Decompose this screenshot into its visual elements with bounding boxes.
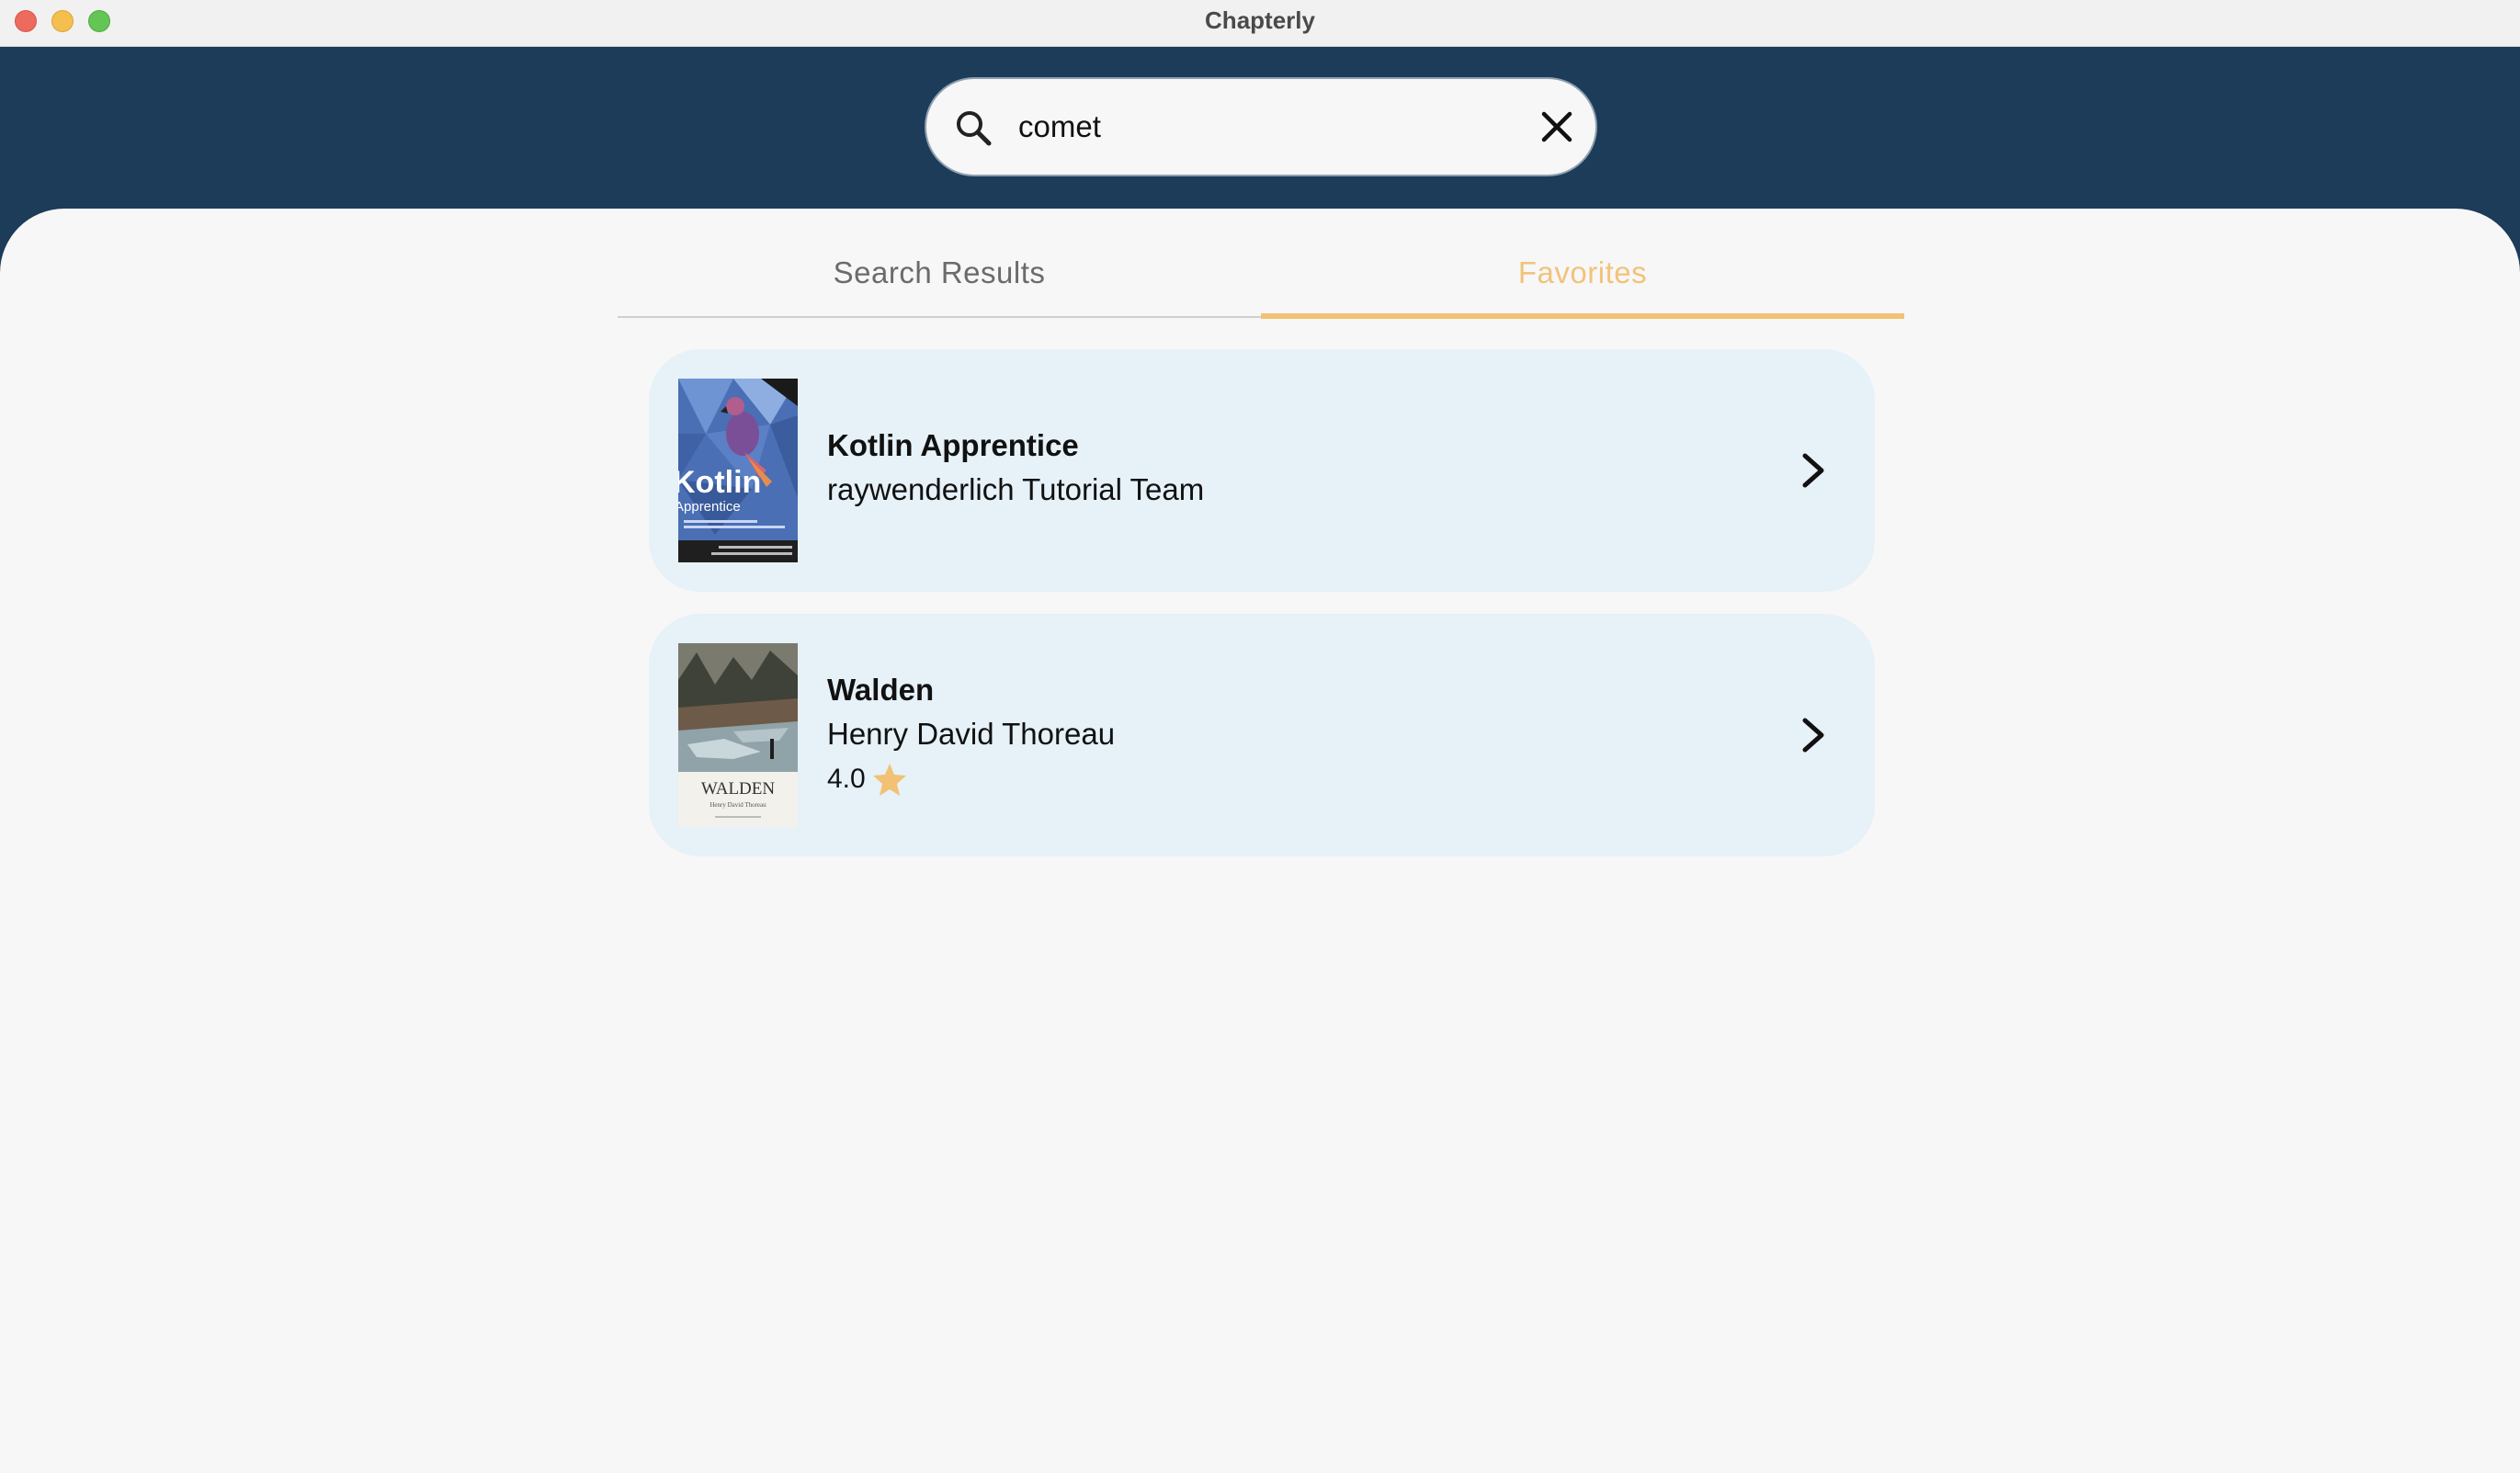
chevron-right-icon[interactable]: [1794, 715, 1833, 755]
svg-text:Kotlin: Kotlin: [678, 465, 761, 500]
search-bar[interactable]: [925, 77, 1597, 176]
svg-text:WALDEN: WALDEN: [701, 779, 775, 799]
close-icon[interactable]: [1537, 107, 1577, 147]
favorite-book-card[interactable]: WALDEN Henry David Thoreau Walden Henry …: [649, 614, 1875, 856]
book-cover-image: WALDEN Henry David Thoreau: [678, 643, 798, 827]
book-title: Walden: [827, 673, 935, 707]
tab-favorites[interactable]: Favorites: [1261, 253, 1904, 299]
favorite-book-card[interactable]: Kotlin Apprentice Kotlin Apprentice rayw…: [649, 349, 1875, 592]
svg-text:Apprentice: Apprentice: [678, 499, 741, 515]
star-icon: [872, 764, 906, 796]
book-rating: 4.0: [827, 761, 908, 798]
book-cover-image: Kotlin Apprentice: [678, 379, 798, 562]
book-title: Kotlin Apprentice: [827, 428, 1079, 462]
search-input[interactable]: [1018, 97, 1515, 156]
search-icon: [957, 111, 992, 146]
tab-search-results[interactable]: Search Results: [618, 253, 1261, 299]
tab-active-indicator: [1261, 313, 1904, 319]
svg-text:Henry David Thoreau: Henry David Thoreau: [709, 801, 766, 809]
book-author: Henry David Thoreau: [827, 717, 1116, 751]
window-title: Chapterly: [1205, 6, 1315, 34]
tab-bar: Search Results Favorites: [618, 253, 1904, 299]
rating-value: 4.0: [827, 764, 866, 794]
main-content: Search Results Favorites Kotlin Apprenti…: [0, 209, 2520, 1473]
title-bar: Chapterly: [0, 0, 2520, 47]
chevron-right-icon[interactable]: [1794, 450, 1833, 491]
book-author: raywenderlich Tutorial Team: [827, 472, 1205, 506]
